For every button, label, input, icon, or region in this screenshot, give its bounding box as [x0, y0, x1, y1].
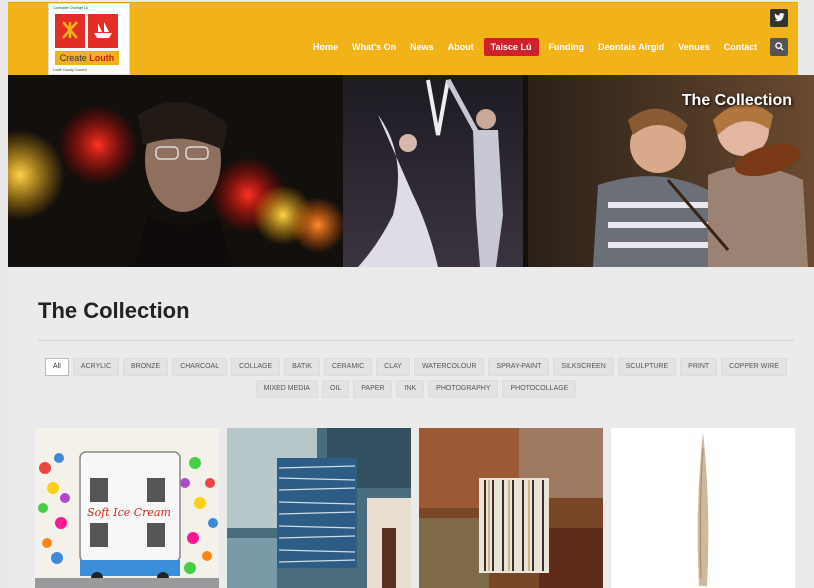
nav-news[interactable]: News — [403, 38, 441, 56]
filter-paper[interactable]: PAPER — [353, 380, 393, 398]
nav-funding[interactable]: Funding — [542, 38, 592, 56]
logo-bottom-line: Louth County Council — [53, 68, 87, 72]
filter-print[interactable]: PRINT — [680, 358, 718, 376]
filter-charcoal[interactable]: CHARCOAL — [172, 358, 228, 376]
main-nav: Home What's On News About Taisce Lú Fund… — [306, 38, 764, 56]
ship-icon — [94, 22, 112, 38]
filter-sculpture[interactable]: SCULPTURE — [617, 358, 677, 376]
filter-silkscreen[interactable]: SILKSCREEN — [553, 358, 614, 376]
nav-about[interactable]: About — [441, 38, 481, 56]
artwork-thumb-blue-abstract[interactable] — [227, 428, 411, 588]
filter-ink[interactable]: INK — [396, 380, 425, 398]
filter-mixed-media[interactable]: MIXED MEDIA — [255, 380, 318, 398]
artwork-grid: Soft Ice Cream — [35, 428, 795, 588]
filter-photocollage[interactable]: PHOTOCOLLAGE — [502, 380, 577, 398]
logo-name: Create Louth — [55, 51, 119, 65]
filter-bronze[interactable]: BRONZE — [123, 358, 169, 376]
nav-deontais-airgid[interactable]: Deontais Airgid — [591, 38, 671, 56]
cross-mark-icon — [62, 21, 78, 39]
filter-row-1: All ACRYLIC BRONZE CHARCOAL COLLAGE BATI… — [38, 358, 794, 376]
filter-row-2: MIXED MEDIA OIL PAPER INK PHOTOGRAPHY PH… — [38, 380, 794, 398]
filter-bar: All ACRYLIC BRONZE CHARCOAL COLLAGE BATI… — [38, 358, 794, 402]
filter-all[interactable]: All — [45, 358, 69, 376]
banner-caption: The Collection — [681, 92, 792, 109]
filter-copper-wire[interactable]: COPPER WIRE — [721, 358, 787, 376]
logo-emblem — [55, 12, 119, 52]
artwork-image: Soft Ice Cream — [35, 428, 219, 588]
filter-watercolour[interactable]: WATERCOLOUR — [413, 358, 485, 376]
filter-batik[interactable]: BATIK — [284, 358, 320, 376]
filter-acrylic[interactable]: ACRYLIC — [72, 358, 120, 376]
nav-venues[interactable]: Venues — [671, 38, 717, 56]
nav-whats-on[interactable]: What's On — [345, 38, 403, 56]
search-icon[interactable] — [770, 38, 788, 56]
filter-ceramic[interactable]: CERAMIC — [323, 358, 373, 376]
artwork-thumb-brown-abstract[interactable] — [419, 428, 603, 588]
nav-contact[interactable]: Contact — [717, 38, 765, 56]
artwork-thumb-ice-cream[interactable]: Soft Ice Cream — [35, 428, 219, 588]
filter-spray-paint[interactable]: SPRAY-PAINT — [488, 358, 550, 376]
page-title: The Collection — [38, 298, 190, 323]
logo-top-line: Comhairle Chontae Lú — [53, 6, 89, 10]
hero-banner: The Collection — [8, 75, 814, 267]
filter-clay[interactable]: CLAY — [376, 358, 410, 376]
filter-photography[interactable]: PHOTOGRAPHY — [428, 380, 499, 398]
create-louth-logo[interactable]: Comhairle Chontae Lú Create Louth Louth … — [48, 3, 130, 75]
site-header: Comhairle Chontae Lú Create Louth Louth … — [8, 2, 798, 75]
nav-taisce-lu[interactable]: Taisce Lú — [483, 38, 539, 56]
title-divider — [38, 340, 794, 341]
nav-home[interactable]: Home — [306, 38, 345, 56]
collection-section: The Collection All ACRYLIC BRONZE CHARCO… — [8, 268, 814, 588]
artwork-lettering: Soft Ice Cream — [87, 506, 171, 519]
filter-oil[interactable]: OIL — [321, 380, 350, 398]
artwork-image — [611, 428, 795, 588]
artwork-thumb-sculpture[interactable] — [611, 428, 795, 588]
filter-collage[interactable]: COLLAGE — [231, 358, 281, 376]
artwork-image — [227, 428, 411, 588]
artwork-image — [419, 428, 603, 588]
twitter-icon[interactable] — [770, 9, 788, 27]
